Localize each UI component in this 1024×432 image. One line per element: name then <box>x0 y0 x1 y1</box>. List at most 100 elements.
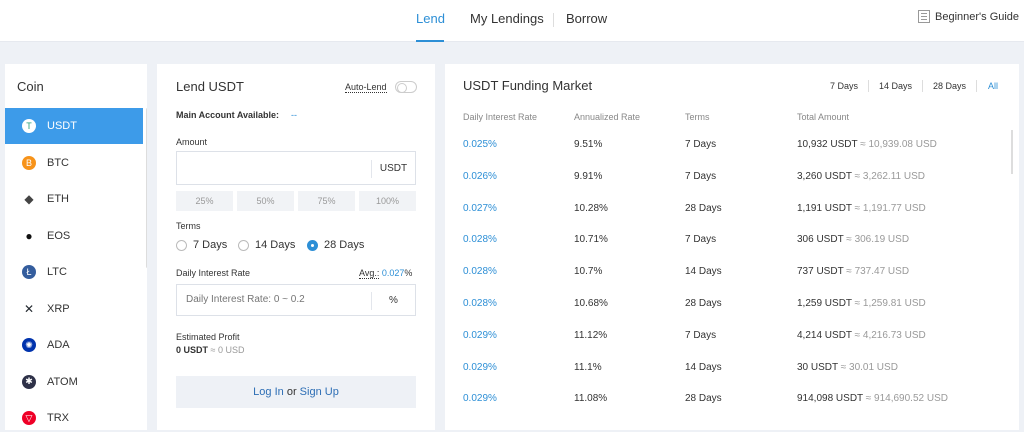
average-rate-value: 0.027 <box>381 268 405 278</box>
coin-item-ada[interactable]: ✺ ADA <box>5 327 143 363</box>
usdt-icon: T <box>22 119 36 133</box>
profit-usdt: 0 USDT <box>176 345 209 355</box>
coin-item-eos[interactable]: ● EOS <box>5 218 143 254</box>
column-header-annualized-rate: Annualized Rate <box>574 112 641 122</box>
terms-label: Terms <box>176 221 201 231</box>
row-total-amount: 3,260 USDT ≈ 3,262.11 USD <box>797 171 925 182</box>
coin-list-title: Coin <box>17 79 44 94</box>
row-annualized-rate: 10.71% <box>574 234 608 246</box>
rate-unit: % <box>371 292 415 310</box>
row-total-amount: 10,932 USDT ≈ 10,939.08 USD <box>797 139 937 150</box>
percent-25-button[interactable]: 25% <box>176 191 233 211</box>
row-terms: 7 Days <box>685 139 717 150</box>
market-row[interactable]: 0.025% 9.51% 7 Days 10,932 USDT ≈ 10,939.08… <box>445 139 1019 171</box>
radio-selected-icon <box>307 239 318 251</box>
xrp-icon: ✕ <box>23 301 35 316</box>
coin-list-scrollbar[interactable] <box>146 108 147 268</box>
row-annualized-rate: 10.28% <box>574 202 608 214</box>
row-total-usd: ≈ 10,939.08 USD <box>860 139 937 150</box>
market-row[interactable]: 0.026% 9.91% 7 Days 3,260 USDT ≈ 3,262.11 U… <box>445 171 1019 203</box>
row-total-amount: 1,259 USDT ≈ 1,259.81 USD <box>797 298 926 309</box>
coin-list-panel: Coin T USDT B BTC ◆ ETH ● EOS Ł LTC ✕ XRP ✺ ADA ✱ ATOM ▽… <box>5 64 147 430</box>
lend-title: Lend USDT <box>176 79 244 94</box>
row-daily-rate: 0.029% <box>463 329 497 341</box>
tab-lend[interactable]: Lend <box>416 11 445 26</box>
daily-rate-label: Daily Interest Rate <box>176 268 251 278</box>
coin-item-eth[interactable]: ◆ ETH <box>5 181 143 217</box>
row-total-amount: 914,098 USDT ≈ 914,690.52 USD <box>797 393 948 404</box>
row-total-amount: 1,191 USDT ≈ 1,191.77 USD <box>797 203 926 214</box>
percent-100-button[interactable]: 100% <box>359 191 416 211</box>
signup-link[interactable]: Sign Up <box>300 386 339 398</box>
coin-name: XRP <box>47 302 70 315</box>
tab-my-lendings[interactable]: My Lendings <box>470 11 544 26</box>
row-total-usd: ≈ 4,216.73 USD <box>854 329 926 341</box>
coin-item-btc[interactable]: B BTC <box>5 145 143 181</box>
login-link[interactable]: Log In <box>253 386 284 398</box>
row-total-amount: 306 USDT ≈ 306.19 USD <box>797 234 909 245</box>
eos-icon: ● <box>25 228 33 243</box>
term-7-days-radio[interactable]: 7 Days <box>176 239 227 251</box>
filter-all[interactable]: All <box>988 81 998 91</box>
row-annualized-rate: 10.68% <box>574 298 608 309</box>
market-row[interactable]: 0.028% 10.71% 7 Days 306 USDT ≈ 306.19 USD <box>445 234 1019 266</box>
row-terms: 28 Days <box>685 298 722 309</box>
filter-divider <box>976 80 977 92</box>
market-row[interactable]: 0.028% 10.68% 28 Days 1,259 USDT ≈ 1,259.81… <box>445 298 1019 330</box>
term-28-days-radio[interactable]: 28 Days <box>307 239 364 251</box>
coin-name: ETH <box>47 193 69 205</box>
tab-divider <box>553 13 554 27</box>
coin-item-atom[interactable]: ✱ ATOM <box>5 364 143 400</box>
filter-14-days[interactable]: 14 Days <box>879 81 912 91</box>
row-annualized-rate: 10.7% <box>574 266 603 278</box>
percent-50-button[interactable]: 50% <box>237 191 294 211</box>
filter-28-days[interactable]: 28 Days <box>933 81 966 91</box>
column-header-terms: Terms <box>685 112 710 122</box>
coin-name: USDT <box>47 120 77 132</box>
amount-input[interactable]: USDT <box>176 151 416 185</box>
row-terms: 14 Days <box>685 361 722 373</box>
beginners-guide-link[interactable]: Beginner's Guide <box>918 10 1019 23</box>
row-terms: 28 Days <box>685 393 722 405</box>
coin-name: ADA <box>47 339 70 351</box>
profit-usd: ≈ 0 USD <box>210 345 245 355</box>
ltc-icon: Ł <box>22 265 36 279</box>
market-row[interactable]: 0.028% 10.7% 14 Days 737 USDT ≈ 737.47 USD <box>445 266 1019 298</box>
market-scrollbar[interactable] <box>1011 130 1013 174</box>
term-14-days-radio[interactable]: 14 Days <box>238 239 295 251</box>
coin-item-usdt[interactable]: T USDT <box>5 108 143 144</box>
daily-rate-field[interactable]: % <box>176 284 416 316</box>
lend-form-panel: Lend USDT Auto-Lend Main Account Availab… <box>157 64 435 430</box>
market-row[interactable]: 0.029% 11.1% 14 Days 30 USDT ≈ 30.01 USD <box>445 362 1019 394</box>
market-row[interactable]: 0.029% 11.12% 7 Days 4,214 USDT ≈ 4,216.73 … <box>445 330 1019 362</box>
market-row[interactable]: 0.027% 10.28% 28 Days 1,191 USDT ≈ 1,191.77… <box>445 203 1019 235</box>
coin-name: ATOM <box>47 375 78 388</box>
coin-item-xrp[interactable]: ✕ XRP <box>5 291 143 327</box>
row-daily-rate: 0.028% <box>463 298 497 309</box>
top-nav: Lend My Lendings Borrow Beginner's Guide <box>0 0 1024 42</box>
coin-item-trx[interactable]: ▽ TRX <box>5 400 143 430</box>
daily-rate-input[interactable] <box>186 294 366 305</box>
row-annualized-rate: 11.1% <box>574 361 602 373</box>
filter-divider <box>922 80 923 92</box>
row-total-usd: ≈ 3,262.11 USD <box>854 170 925 182</box>
row-total-usd: ≈ 1,259.81 USD <box>854 298 926 309</box>
row-annualized-rate: 11.12% <box>574 329 608 341</box>
percent-75-button[interactable]: 75% <box>298 191 355 211</box>
column-header-total-amount: Total Amount <box>797 112 850 122</box>
coin-name: LTC <box>47 266 67 278</box>
coin-item-ltc[interactable]: Ł LTC <box>5 254 143 290</box>
row-total-amount: 737 USDT ≈ 737.47 USD <box>797 266 909 277</box>
filter-7-days[interactable]: 7 Days <box>830 81 858 91</box>
auto-lend-toggle[interactable] <box>395 81 417 93</box>
row-terms: 14 Days <box>685 266 722 278</box>
row-total-usd: ≈ 1,191.77 USD <box>854 202 926 214</box>
tab-borrow[interactable]: Borrow <box>566 11 607 26</box>
active-tab-indicator <box>416 40 444 42</box>
row-total-amount: 30 USDT ≈ 30.01 USD <box>797 362 898 373</box>
coin-name: EOS <box>47 229 71 242</box>
market-row[interactable]: 0.029% 11.08% 28 Days 914,098 USDT ≈ 914,69… <box>445 393 1019 425</box>
row-daily-rate: 0.027% <box>463 202 497 214</box>
row-total-usdt: 3,260 USDT <box>797 170 852 182</box>
row-daily-rate: 0.026% <box>463 170 497 182</box>
